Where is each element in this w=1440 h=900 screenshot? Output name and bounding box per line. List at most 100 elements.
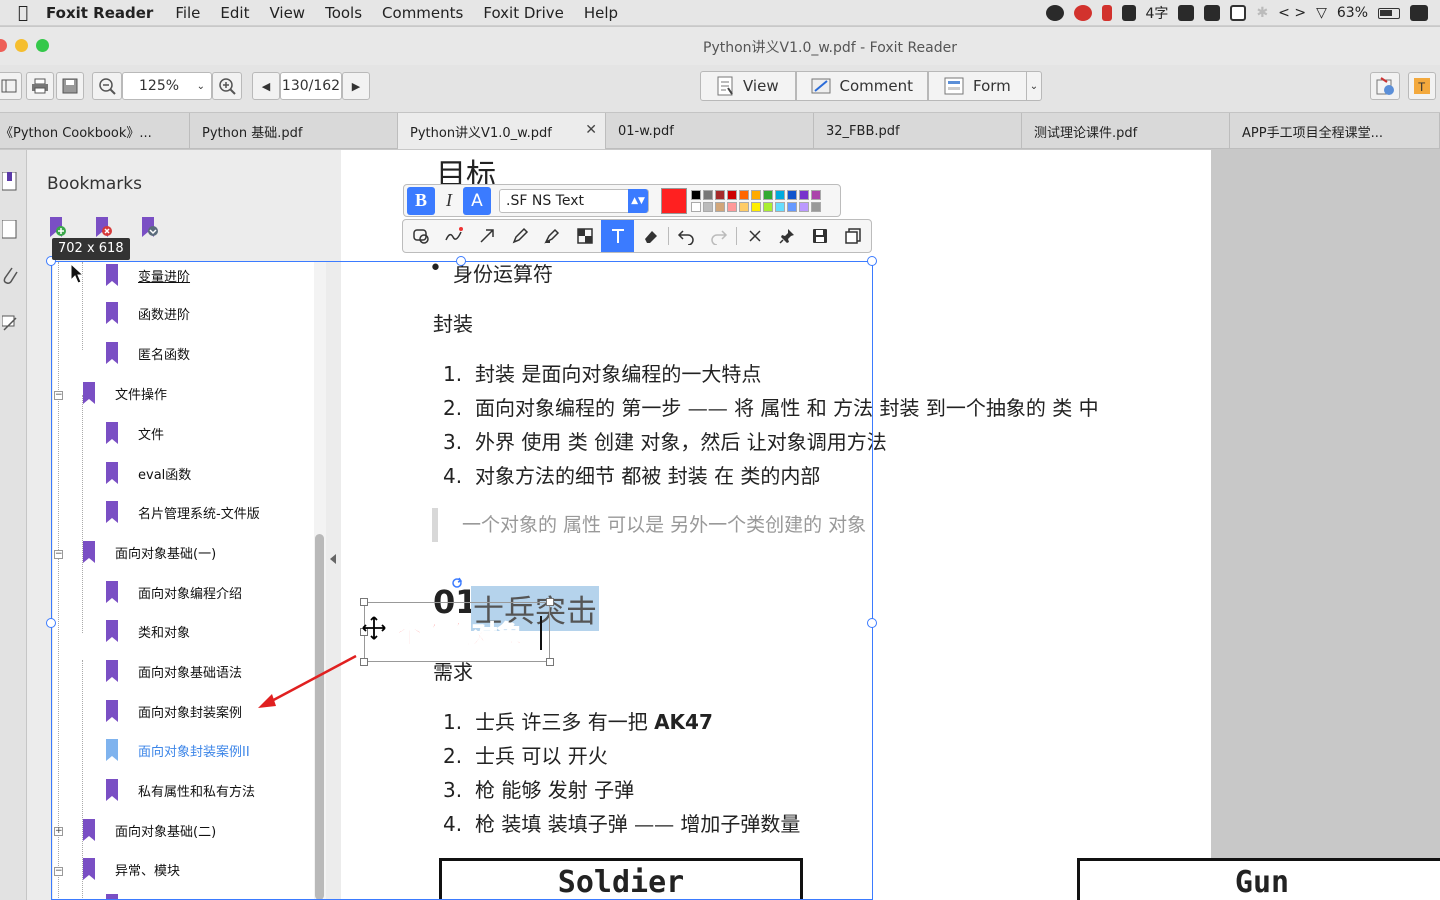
delete-bookmark-button[interactable]: [93, 216, 115, 240]
bold-button[interactable]: B: [407, 186, 435, 215]
zoom-in-button[interactable]: [212, 72, 242, 100]
cancel-capture-button[interactable]: [738, 220, 771, 252]
color-swatch[interactable]: [751, 201, 761, 212]
collapse-toggle[interactable]: −: [54, 867, 63, 876]
arrow-tool-button[interactable]: [470, 220, 503, 252]
shape-tool-button[interactable]: [405, 220, 438, 252]
bookmark-item[interactable]: 面向对象基础(一): [83, 539, 216, 565]
outline-text-button[interactable]: A: [463, 186, 491, 215]
color-swatch[interactable]: [691, 189, 701, 200]
text-tool-button[interactable]: [601, 220, 635, 252]
apple-icon[interactable]: : [0, 3, 46, 23]
menu-comments[interactable]: Comments: [382, 4, 463, 22]
save-button[interactable]: [56, 72, 84, 100]
color-swatch[interactable]: [703, 201, 713, 212]
next-page-button[interactable]: ▶: [342, 72, 370, 100]
bookmark-item[interactable]: 私有属性和私有方法: [106, 777, 255, 803]
color-swatch[interactable]: [739, 201, 749, 212]
color-swatch[interactable]: [727, 201, 737, 212]
pages-panel-icon[interactable]: [2, 220, 18, 240]
resize-handle[interactable]: [867, 618, 877, 628]
bookmark-item[interactable]: 匿名函数: [106, 340, 190, 366]
bluetooth-icon[interactable]: ✱: [1256, 5, 1268, 21]
color-swatch[interactable]: [727, 189, 737, 200]
print-button[interactable]: [26, 72, 54, 100]
resize-handle[interactable]: [546, 658, 554, 666]
annotation-text[interactable]: 三个面向对象: [371, 615, 522, 651]
resize-handle[interactable]: [456, 256, 466, 266]
color-swatch[interactable]: [703, 189, 713, 200]
toolbar-more-dropdown[interactable]: ⌄: [1026, 71, 1042, 101]
app-menu[interactable]: Foxit Reader: [46, 4, 153, 22]
color-swatch[interactable]: [739, 189, 749, 200]
grid-icon[interactable]: [1230, 5, 1247, 21]
color-swatch[interactable]: [787, 189, 797, 200]
tab-python-basics[interactable]: Python 基础.pdf: [190, 113, 398, 149]
microphone-icon[interactable]: [1204, 5, 1221, 21]
tab-python-lecture[interactable]: Python讲义V1.0_w.pdf ✕: [398, 113, 606, 149]
menu-tools[interactable]: Tools: [325, 4, 362, 22]
resize-handle[interactable]: [546, 598, 554, 606]
bookmark-item[interactable]: 类和对象: [106, 618, 190, 644]
resize-handle[interactable]: [360, 598, 368, 606]
comment-tab-button[interactable]: Comment: [796, 71, 928, 101]
bookmark-item[interactable]: [106, 892, 138, 900]
pin-button[interactable]: [771, 220, 804, 252]
tray-app-icon-2[interactable]: [1178, 5, 1195, 21]
color-swatch[interactable]: [787, 201, 797, 212]
copy-capture-button[interactable]: [836, 220, 869, 252]
comments-panel-icon[interactable]: [2, 314, 18, 334]
save-capture-button[interactable]: [804, 220, 837, 252]
bookmark-item[interactable]: 文件: [106, 420, 164, 446]
current-color-swatch[interactable]: [661, 187, 687, 214]
color-swatch[interactable]: [799, 201, 809, 212]
color-swatch[interactable]: [763, 201, 773, 212]
rotate-handle-icon[interactable]: [450, 576, 464, 590]
bookmark-item[interactable]: eval函数: [106, 460, 191, 486]
battery-percentage[interactable]: 63%: [1337, 5, 1368, 21]
freehand-tool-button[interactable]: [438, 220, 471, 252]
color-swatch[interactable]: [715, 189, 725, 200]
tab-01-w[interactable]: 01-w.pdf: [606, 113, 814, 149]
bookmark-item[interactable]: 面向对象编程介绍: [106, 579, 242, 605]
tab-32-fbb[interactable]: 32_FBB.pdf: [814, 113, 1022, 149]
bookmark-item[interactable]: 变量进阶: [106, 262, 190, 288]
color-swatch[interactable]: [751, 189, 761, 200]
previous-page-button[interactable]: ◀: [252, 72, 280, 100]
bookmark-item[interactable]: 面向对象基础(二): [83, 817, 216, 843]
italic-button[interactable]: I: [435, 187, 463, 215]
resize-handle[interactable]: [46, 618, 56, 628]
tab-python-cookbook[interactable]: 《Python Cookbook》...: [0, 113, 190, 149]
document-view[interactable]: 目标 身份运算符 封装 1.封装 是面向对象编程的一大特点 2.面向对象编程的 …: [341, 150, 1440, 900]
bookmark-item-selected[interactable]: 面向对象封装案例II: [106, 737, 250, 763]
mosaic-tool-button[interactable]: [569, 220, 602, 252]
menu-edit[interactable]: Edit: [220, 4, 249, 22]
bookmarks-scrollbar-thumb[interactable]: [315, 534, 324, 900]
tray-bookmark-icon[interactable]: [1121, 5, 1136, 21]
menu-foxit-drive[interactable]: Foxit Drive: [483, 4, 564, 22]
typewriter-button[interactable]: T: [1408, 72, 1436, 100]
view-tab-button[interactable]: View: [700, 71, 796, 101]
tray-app-icon[interactable]: [1045, 5, 1064, 21]
color-swatch[interactable]: [811, 189, 821, 200]
foxit-app-button[interactable]: [1370, 72, 1400, 100]
color-swatch[interactable]: [811, 201, 821, 212]
pdf-page[interactable]: 目标 身份运算符 封装 1.封装 是面向对象编程的一大特点 2.面向对象编程的 …: [341, 150, 1211, 900]
bookmark-item[interactable]: 面向对象封装案例: [106, 698, 242, 724]
tab-testing-theory[interactable]: 测试理论课件.pdf: [1022, 113, 1230, 149]
page-number-field[interactable]: 130/162: [280, 72, 342, 100]
font-family-select[interactable]: .SF NS Text ▲▼: [499, 188, 649, 213]
tray-pause-icon[interactable]: [1101, 5, 1112, 21]
color-swatch[interactable]: [691, 201, 701, 212]
menu-help[interactable]: Help: [584, 4, 618, 22]
menu-view[interactable]: View: [269, 4, 305, 22]
zoom-select[interactable]: 125% ⌄: [122, 72, 212, 100]
bookmark-item[interactable]: 函数进阶: [106, 300, 190, 326]
bookmark-options-button[interactable]: [139, 216, 161, 240]
bookmark-item[interactable]: 异常、模块: [83, 856, 180, 882]
resize-handle[interactable]: [867, 256, 877, 266]
color-swatch[interactable]: [775, 189, 785, 200]
color-swatch[interactable]: [799, 189, 809, 200]
code-icon[interactable]: < >: [1278, 5, 1306, 21]
eraser-tool-button[interactable]: [634, 220, 667, 252]
